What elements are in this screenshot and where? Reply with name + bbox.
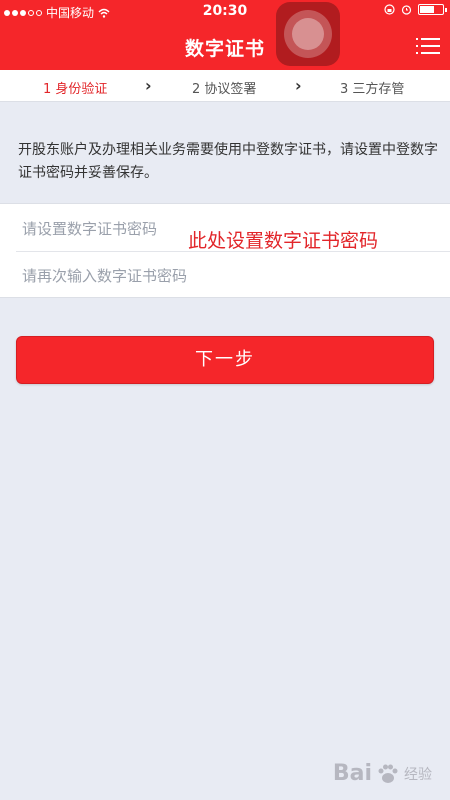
- certificate-info-text: 开股东账户及办理相关业务需要使用中登数字证书，请设置中登数字证书密码并妥善保存。: [18, 142, 438, 181]
- status-right: [384, 4, 447, 15]
- rotation-lock-icon: [384, 4, 395, 15]
- status-time: 20:30: [202, 3, 248, 19]
- confirm-password-input[interactable]: [22, 253, 422, 299]
- status-bar: 中国移动 20:30: [0, 0, 450, 22]
- chevron-right-icon: ›: [145, 76, 152, 95]
- paw-icon: [378, 764, 398, 783]
- menu-button[interactable]: [416, 35, 440, 57]
- assistive-touch-button[interactable]: [276, 2, 340, 66]
- watermark: Bai 经验: [333, 761, 432, 786]
- step-identity-verification: 1 身份验证: [43, 82, 108, 97]
- step-agreement-signing: 2 协议签署: [192, 82, 257, 97]
- watermark-suffix: 经验: [404, 766, 432, 783]
- watermark-brand: Bai: [332, 761, 372, 786]
- assistive-touch-core: [292, 18, 324, 50]
- chevron-right-icon: ›: [295, 76, 302, 95]
- next-step-button[interactable]: 下一步: [16, 336, 434, 384]
- battery-icon: [418, 4, 447, 15]
- page-title: 数字证书: [184, 38, 265, 60]
- nav-bar: 数字证书: [0, 22, 450, 70]
- annotation-text: 此处设置数字证书密码: [188, 230, 379, 252]
- step-third-party-custody: 3 三方存管: [340, 82, 405, 97]
- alarm-icon: [401, 5, 412, 15]
- step-indicator: 1 身份验证 › 2 协议签署 › 3 三方存管: [0, 70, 450, 102]
